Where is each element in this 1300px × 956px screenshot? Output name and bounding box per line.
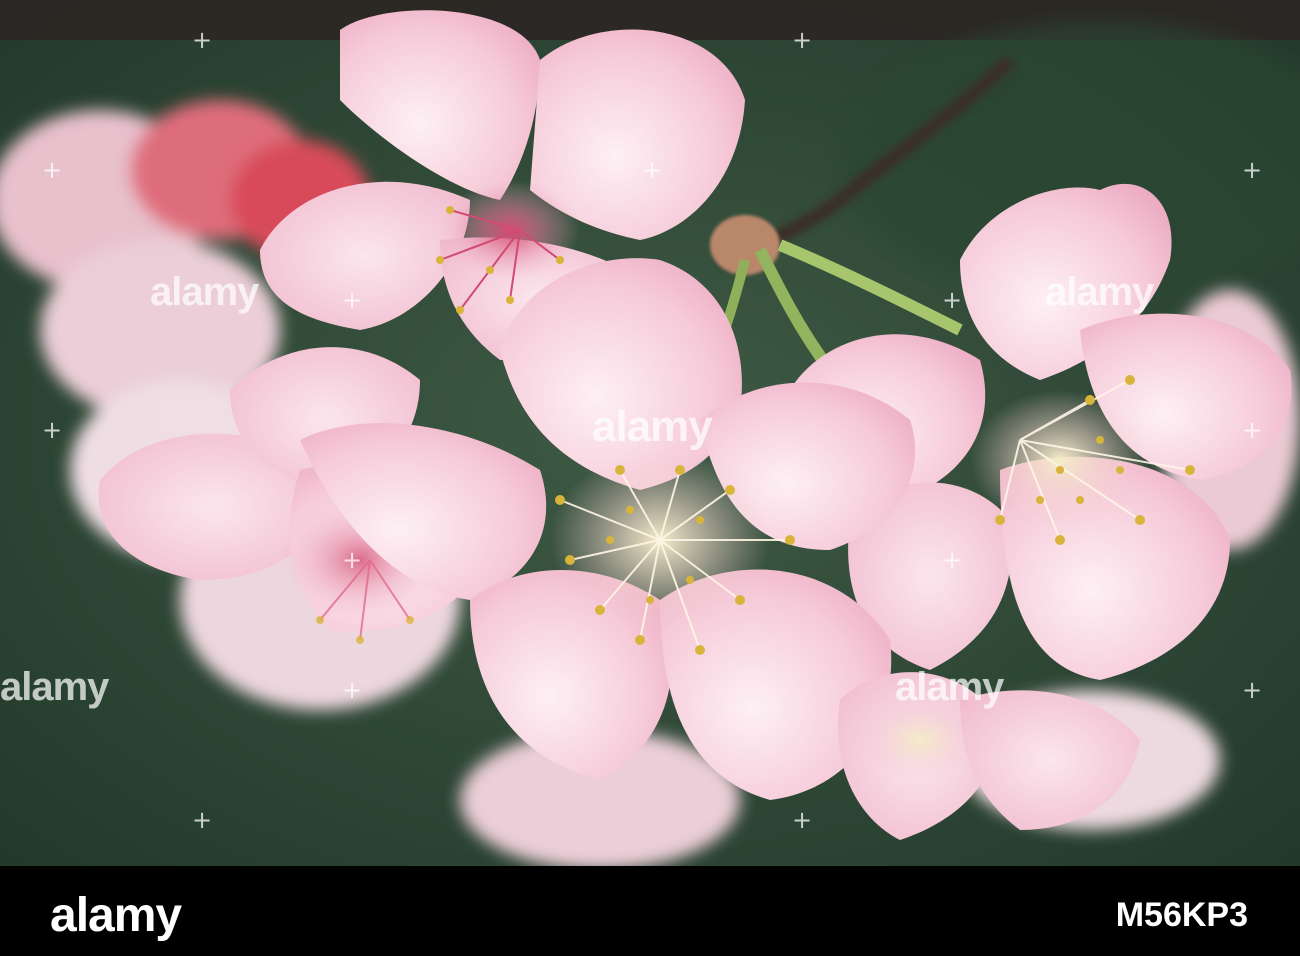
watermark-text: alamy <box>592 402 713 451</box>
stock-photo-frame: alamy alamy alamy alamy alamy + + + + + … <box>0 0 1300 956</box>
watermark-text: alamy <box>895 665 1004 709</box>
watermark-text: alamy <box>0 665 109 709</box>
image-id: M56KP3 <box>1115 896 1248 934</box>
watermark-plus-icon: + <box>1242 676 1263 704</box>
watermark-plus-icon: + <box>792 806 813 834</box>
watermark-plus-icon: + <box>42 156 63 184</box>
watermark-plus-icon: + <box>942 546 963 574</box>
watermark-plus-icon: + <box>192 806 213 834</box>
watermark-plus-icon: + <box>342 676 363 704</box>
watermark-plus-icon: + <box>1242 416 1263 444</box>
watermark-plus-icon: + <box>342 546 363 574</box>
watermark-plus-icon: + <box>792 26 813 54</box>
watermark-plus-icon: + <box>192 26 213 54</box>
watermark-plus-icon: + <box>42 416 63 444</box>
watermark-text: alamy <box>150 270 259 314</box>
watermark-text: alamy <box>1045 270 1154 314</box>
watermark-plus-icon: + <box>1242 156 1263 184</box>
footer-bar: alamy M56KP3 <box>0 866 1300 956</box>
watermark-plus-icon: + <box>642 156 663 184</box>
cherry-blossom-photo: alamy alamy alamy alamy alamy + + + + + … <box>0 0 1300 866</box>
watermark-plus-icon: + <box>342 286 363 314</box>
alamy-logo: alamy <box>50 889 182 942</box>
watermark-plus-icon: + <box>942 286 963 314</box>
